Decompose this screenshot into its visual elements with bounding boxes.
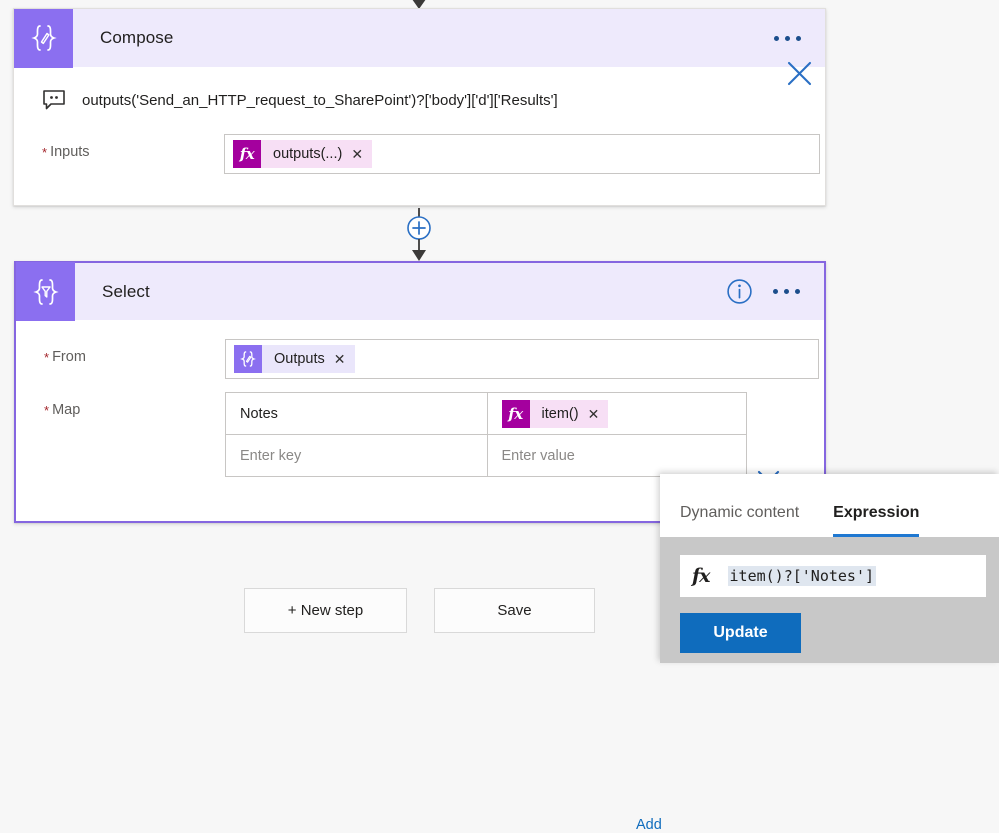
close-icon[interactable] xyxy=(785,59,814,88)
fx-icon: fx xyxy=(692,565,710,587)
info-icon[interactable] xyxy=(726,278,753,305)
ellipsis-icon[interactable] xyxy=(771,283,802,300)
compose-braces-icon xyxy=(234,345,262,373)
select-header-actions xyxy=(726,278,824,305)
compose-braces-icon xyxy=(14,8,73,68)
select-card-body: * From Outputs ✕ * Map Notes fx item() ✕… xyxy=(16,339,824,833)
comment-icon xyxy=(43,90,65,110)
required-marker: * xyxy=(44,349,50,365)
select-from-label: * From xyxy=(44,349,86,365)
tab-dynamic-content[interactable]: Dynamic content xyxy=(680,504,799,537)
tab-expression[interactable]: Expression xyxy=(833,504,920,537)
map-add-link[interactable]: Add xyxy=(636,817,662,833)
compose-inputs-label: * Inputs xyxy=(42,144,90,160)
new-step-button[interactable]: + New step xyxy=(244,588,407,633)
map-value-token[interactable]: fx item() ✕ xyxy=(501,399,609,428)
compose-inputs-row: * Inputs fx outputs(...) ✕ xyxy=(14,134,825,174)
compose-header-actions xyxy=(772,30,825,47)
map-value-token-text: item() xyxy=(541,405,579,422)
inputs-expression-token[interactable]: fx outputs(...) ✕ xyxy=(233,140,373,168)
map-key-cell-empty[interactable]: Enter key xyxy=(226,435,488,476)
close-token-icon[interactable]: ✕ xyxy=(334,352,346,366)
select-map-label: * Map xyxy=(44,402,81,418)
compose-card-body: outputs('Send_an_HTTP_request_to_SharePo… xyxy=(14,61,825,174)
compose-comment-text: outputs('Send_an_HTTP_request_to_SharePo… xyxy=(82,91,558,109)
ellipsis-icon[interactable] xyxy=(772,30,803,47)
save-button[interactable]: Save xyxy=(434,588,595,633)
select-map-row: * Map Notes fx item() ✕ Enter key Enter … xyxy=(16,392,824,477)
fx-badge-icon: fx xyxy=(233,140,261,168)
map-value-cell[interactable]: fx item() ✕ xyxy=(488,393,747,434)
from-token-text: Outputs xyxy=(274,351,325,367)
compose-action-card[interactable]: Compose outputs('Send_an_HTTP_request_to… xyxy=(13,8,826,206)
compose-card-title: Compose xyxy=(100,28,174,47)
map-table: Notes fx item() ✕ Enter key Enter value xyxy=(225,392,747,477)
flow-designer-canvas: Compose outputs('Send_an_HTTP_request_to… xyxy=(0,0,999,833)
close-token-icon[interactable]: ✕ xyxy=(588,407,600,421)
select-from-field[interactable]: Outputs ✕ xyxy=(225,339,819,379)
close-token-icon[interactable]: ✕ xyxy=(351,147,363,161)
panel-tab-list: Dynamic content Expression xyxy=(660,474,999,537)
table-row[interactable]: Notes fx item() ✕ xyxy=(226,393,746,435)
update-button[interactable]: Update xyxy=(680,613,801,653)
select-card-title: Select xyxy=(102,281,150,301)
select-card-header[interactable]: Select xyxy=(16,262,824,321)
expression-input[interactable]: item()?['Notes'] xyxy=(727,566,877,586)
table-row[interactable]: Enter key Enter value xyxy=(226,435,746,476)
map-value-cell-empty[interactable]: Enter value xyxy=(488,435,747,476)
required-marker: * xyxy=(44,402,50,418)
select-from-row: * From Outputs ✕ xyxy=(16,339,824,379)
compose-inputs-field[interactable]: fx outputs(...) ✕ xyxy=(224,134,820,174)
expression-input-wrapper[interactable]: fx item()?['Notes'] xyxy=(680,555,986,597)
fx-badge-icon: fx xyxy=(501,399,530,428)
from-outputs-token[interactable]: Outputs ✕ xyxy=(234,345,355,373)
insert-step-connector xyxy=(399,208,439,264)
compose-comment-row: outputs('Send_an_HTTP_request_to_SharePo… xyxy=(14,61,825,111)
inputs-token-text: outputs(...) xyxy=(273,146,343,162)
select-filter-braces-icon xyxy=(16,262,75,321)
compose-card-header[interactable]: Compose xyxy=(14,8,825,68)
map-key-cell[interactable]: Notes xyxy=(226,393,488,434)
required-marker: * xyxy=(42,144,48,160)
